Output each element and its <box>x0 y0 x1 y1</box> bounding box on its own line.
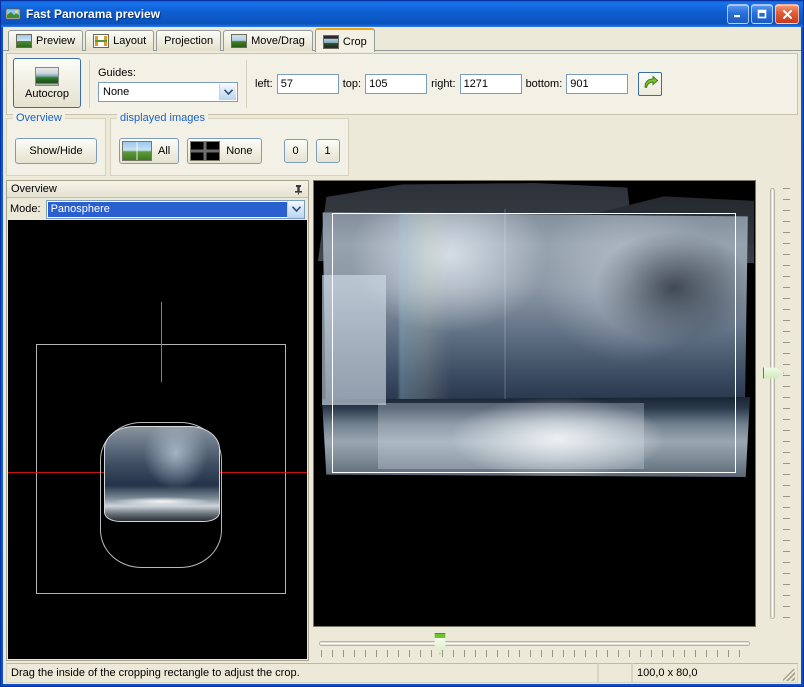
preview-icon <box>16 34 32 48</box>
window-controls <box>727 4 801 24</box>
mode-select[interactable]: Panosphere <box>46 200 305 219</box>
overview-group-title: Overview <box>13 112 65 124</box>
bottom-label: bottom: <box>526 78 563 90</box>
overview-panel: Overview Mode: Panosphere <box>6 180 309 661</box>
guides-value: None <box>103 86 129 98</box>
image-index-button-1[interactable]: 1 <box>316 139 340 163</box>
tab-layout-label: Layout <box>113 35 146 47</box>
panorama-preview-canvas[interactable] <box>313 180 756 627</box>
mode-label: Mode: <box>10 203 41 215</box>
show-none-images-button[interactable]: None <box>187 138 261 164</box>
guides-select[interactable]: None <box>98 82 238 102</box>
show-none-label: None <box>226 145 252 157</box>
overview-mode-row: Mode: Panosphere <box>7 198 308 220</box>
left-label: left: <box>255 78 273 90</box>
application-window: Fast Panorama preview Preview Layout <box>0 0 804 687</box>
cropping-rectangle[interactable] <box>332 213 736 473</box>
status-bar: Drag the inside of the cropping rectangl… <box>6 663 798 683</box>
tab-strip: Preview Layout Projection Move/Drag Crop <box>3 27 801 51</box>
move-drag-icon <box>231 34 247 48</box>
tab-projection-label: Projection <box>164 35 213 47</box>
overview-panel-title: Overview <box>11 183 57 195</box>
client-area: Preview Layout Projection Move/Drag Crop <box>3 27 801 684</box>
autocrop-button[interactable]: Autocrop <box>13 58 81 108</box>
tab-preview-label: Preview <box>36 35 75 47</box>
autocrop-icon <box>35 67 59 86</box>
thumbnail-all-icon <box>122 141 152 161</box>
close-icon[interactable] <box>775 4 799 24</box>
guides-group: Guides: None <box>98 58 238 110</box>
preview-panel <box>313 180 798 661</box>
chevron-down-icon[interactable] <box>287 201 304 218</box>
tab-preview[interactable]: Preview <box>8 30 83 51</box>
show-all-images-button[interactable]: All <box>119 138 179 164</box>
tab-move-drag-label: Move/Drag <box>251 35 305 47</box>
vertical-slider-track[interactable] <box>770 188 775 619</box>
left-input[interactable]: 57 <box>277 74 339 94</box>
show-hide-button[interactable]: Show/Hide <box>15 138 97 164</box>
status-middle <box>598 663 632 683</box>
overview-group: Overview Show/Hide <box>6 118 106 176</box>
overview-panel-header: Overview <box>7 181 308 198</box>
show-all-label: All <box>158 145 170 157</box>
vertical-pan-slider[interactable] <box>758 180 798 627</box>
preview-row <box>313 180 798 627</box>
panorama-app-icon <box>5 6 21 22</box>
guides-label: Guides: <box>98 67 238 79</box>
status-dimensions-value: 100,0 x 80,0 <box>637 667 698 679</box>
crop-icon <box>323 35 339 49</box>
pushpin-icon[interactable] <box>292 183 304 195</box>
layout-icon <box>93 34 109 48</box>
horizontal-slider-track[interactable] <box>319 641 750 646</box>
thumbnail-none-icon <box>190 141 220 161</box>
group-row: Overview Show/Hide displayed images All … <box>6 118 798 176</box>
image-index-button-0[interactable]: 0 <box>284 139 308 163</box>
crop-bounds-fields: left: 57 top: 105 right: 1271 bottom: 90… <box>255 58 662 110</box>
mode-value: Panosphere <box>48 202 287 217</box>
tab-crop[interactable]: Crop <box>315 28 375 52</box>
vertical-crosshair <box>161 302 162 382</box>
resize-grip-icon[interactable] <box>783 669 795 681</box>
vertical-slider-thumb[interactable] <box>763 366 784 380</box>
main-split: Overview Mode: Panosphere <box>6 180 798 661</box>
maximize-icon[interactable] <box>751 4 773 24</box>
vertical-slider-ticks <box>783 188 790 619</box>
autocrop-label: Autocrop <box>25 88 69 100</box>
apply-crop-button[interactable] <box>638 72 662 96</box>
tab-crop-label: Crop <box>343 36 367 48</box>
toolbar-divider-1 <box>89 60 90 108</box>
status-message: Drag the inside of the cropping rectangl… <box>6 663 598 683</box>
minimize-icon[interactable] <box>727 4 749 24</box>
crop-toolbar: Autocrop Guides: None left: 57 top: 105 … <box>6 53 798 115</box>
right-input[interactable]: 1271 <box>460 74 522 94</box>
status-dimensions: 100,0 x 80,0 <box>632 663 798 683</box>
title-bar: Fast Panorama preview <box>1 1 803 27</box>
displayed-images-group-title: displayed images <box>117 112 208 124</box>
panosphere-thumbnail <box>104 426 220 522</box>
green-arrow-icon <box>642 74 659 94</box>
panosphere-canvas[interactable] <box>8 220 307 659</box>
toolbar-divider-2 <box>246 60 247 108</box>
chevron-down-icon[interactable] <box>219 84 236 100</box>
displayed-images-group: displayed images All None 0 1 <box>110 118 349 176</box>
horizontal-pan-slider[interactable] <box>313 627 756 661</box>
tab-projection[interactable]: Projection <box>156 30 221 51</box>
horizontal-slider-ticks <box>321 650 748 657</box>
bottom-input[interactable]: 901 <box>566 74 628 94</box>
tab-move-drag[interactable]: Move/Drag <box>223 30 313 51</box>
top-label: top: <box>343 78 361 90</box>
right-label: right: <box>431 78 455 90</box>
window-title: Fast Panorama preview <box>26 7 160 21</box>
top-input[interactable]: 105 <box>365 74 427 94</box>
tab-layout[interactable]: Layout <box>85 30 154 51</box>
